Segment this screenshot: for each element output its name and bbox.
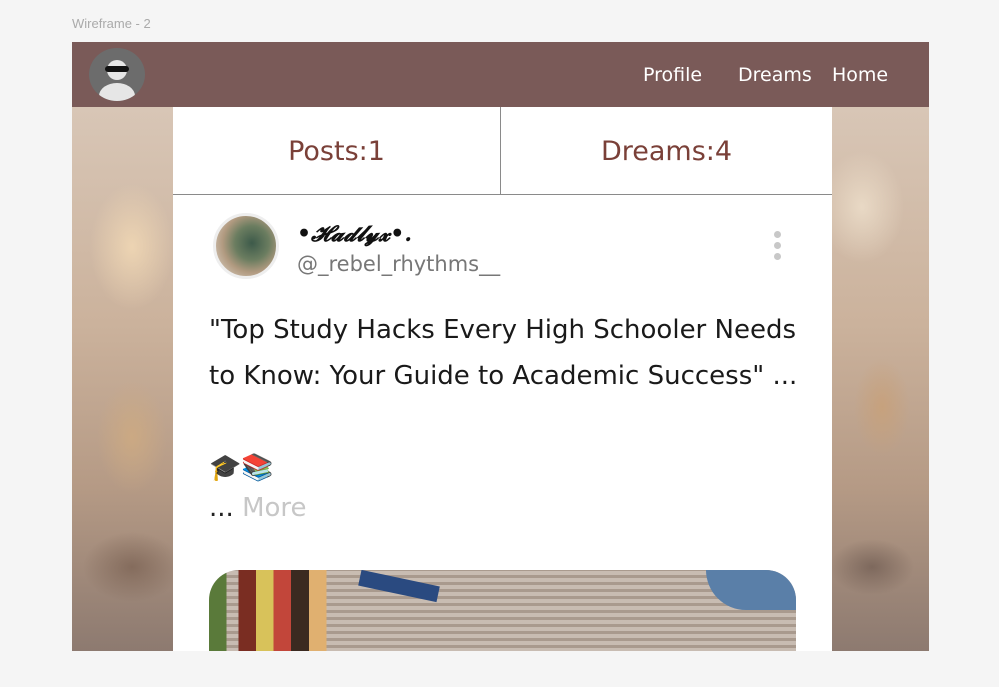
posts-count[interactable]: Posts:1 (173, 107, 500, 195)
post-image[interactable] (209, 570, 796, 651)
more-vertical-icon[interactable] (771, 231, 783, 261)
nav-link-dreams[interactable]: Dreams (738, 64, 812, 86)
more-ellipsis: ... (209, 493, 234, 523)
frame-label: Wireframe - 2 (72, 16, 151, 31)
kebab-dot (774, 231, 781, 238)
profile-card: Posts:1 Dreams:4 •𝓗𝓪𝓭𝓵𝔂𝔁•. @_rebel_rhyth… (173, 107, 832, 651)
kebab-dot (774, 253, 781, 260)
dreams-count[interactable]: Dreams:4 (501, 107, 832, 195)
kebab-dot (774, 242, 781, 249)
avatar-body (99, 83, 135, 101)
stats-bar: Posts:1 Dreams:4 (173, 107, 832, 195)
more-link[interactable]: More (242, 493, 306, 523)
post-author-handle[interactable]: @_rebel_rhythms__ (297, 252, 500, 276)
sunglasses-icon (105, 66, 129, 72)
user-avatar-icon[interactable] (89, 48, 145, 101)
post-emoji: 🎓📚 (209, 453, 274, 483)
post-author-name[interactable]: •𝓗𝓪𝓭𝓵𝔂𝔁•. (297, 221, 412, 247)
library-sign (358, 570, 440, 603)
read-more: ... More (209, 493, 307, 523)
wireframe-frame: Profile Dreams Home Posts:1 Dreams:4 •𝓗𝓪… (72, 42, 929, 651)
top-navbar: Profile Dreams Home (72, 42, 929, 107)
post-author-avatar[interactable] (213, 213, 279, 279)
skylight (706, 570, 796, 610)
nav-link-home[interactable]: Home (832, 64, 888, 86)
post-title: "Top Study Hacks Every High Schooler Nee… (209, 315, 798, 391)
nav-link-profile[interactable]: Profile (643, 64, 702, 86)
